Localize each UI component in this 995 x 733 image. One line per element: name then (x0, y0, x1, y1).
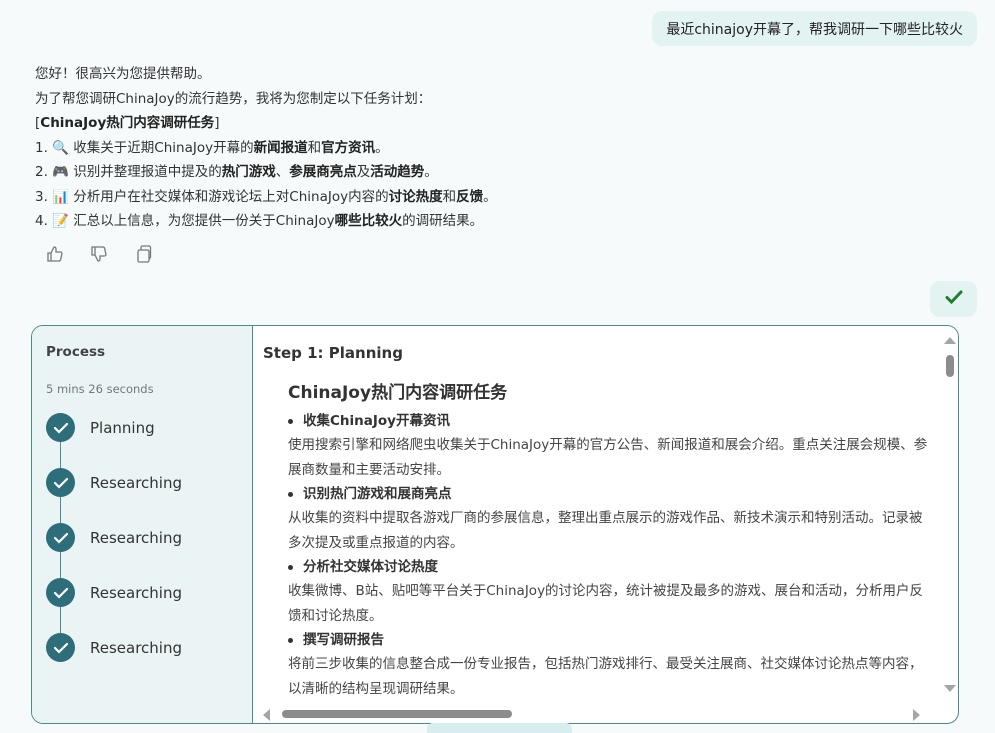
bullet-icon (288, 418, 293, 424)
user-confirm-bubble (930, 281, 977, 317)
process-steps: Planning Researching Researching Researc… (46, 400, 182, 675)
step-label: Planning (90, 418, 155, 437)
search-emoji-icon: 🔍 (52, 139, 69, 156)
memo-emoji-icon: 📝 (52, 213, 69, 229)
thumbs-down-icon[interactable] (89, 244, 109, 264)
copy-icon[interactable] (133, 244, 153, 264)
thumbs-up-icon[interactable] (45, 244, 65, 264)
assistant-reply: 您好！很高兴为您提供帮助。 为了帮您调研ChinaJoy的流行趋势，我将为您制定… (35, 62, 935, 234)
bullet-icon (288, 637, 293, 643)
step-label: Researching (90, 528, 182, 547)
task-desc: 收集微博、B站、贴吧等平台关于ChinaJoy的讨论内容，统计被提及最多的游戏、… (288, 583, 924, 624)
task-title: 撰写调研报告 (303, 632, 384, 648)
reply-intro: 为了帮您调研ChinaJoy的流行趋势，我将为您制定以下任务计划： (35, 90, 432, 107)
chart-emoji-icon: 📊 (52, 188, 69, 205)
vertical-scroll-thumb[interactable] (946, 355, 954, 377)
step-label: Researching (90, 638, 182, 657)
step-check-icon (46, 523, 75, 552)
step-label: Researching (90, 473, 182, 492)
checkmark-icon (945, 289, 963, 309)
process-panel: Process 5 mins 26 seconds Planning Resea… (31, 325, 959, 724)
scroll-left-arrow-icon[interactable] (263, 709, 270, 721)
step-check-icon (46, 468, 75, 497)
user-message-bubble: 最近chinajoy开幕了，帮我调研一下哪些比较火 (652, 11, 977, 46)
process-step-planning[interactable]: Planning (46, 400, 182, 455)
task-desc: 使用搜索引擎和网络爬虫收集关于ChinaJoy开幕的官方公告、新闻报道和展会介绍… (288, 437, 928, 478)
doc-title: ChinaJoy热门内容调研任务 (288, 383, 508, 403)
horizontal-scrollbar[interactable] (253, 705, 942, 723)
bullet-icon (288, 564, 293, 570)
step-check-icon (46, 578, 75, 607)
horizontal-scroll-thumb[interactable] (282, 710, 512, 718)
bullet-icon (288, 491, 293, 497)
task-desc: 将前三步收集的信息整合成一份专业报告，包括热门游戏排行、最受关注展商、社交媒体讨… (288, 656, 923, 697)
vertical-scrollbar[interactable] (941, 326, 958, 706)
step-heading: Step 1: Planning (263, 344, 403, 362)
step-check-icon (46, 413, 75, 442)
scroll-down-arrow-icon[interactable] (944, 685, 956, 692)
process-step-researching[interactable]: Researching (46, 455, 182, 510)
user-message-text: 最近chinajoy开幕了，帮我调研一下哪些比较火 (666, 21, 963, 38)
reply-plan-title: [ChinaJoy热门内容调研任务] (35, 115, 220, 131)
scroll-up-arrow-icon[interactable] (944, 337, 956, 344)
task-title: 收集ChinaJoy开幕资讯 (303, 413, 450, 429)
gamepad-emoji-icon: 🎮 (52, 164, 69, 180)
reply-actions (45, 244, 153, 264)
task-item: 撰写调研报告 将前三步收集的信息整合成一份专业报告，包括热门游戏排行、最受关注展… (288, 628, 948, 701)
task-item: 识别热门游戏和展商亮点 从收集的资料中提取各游戏厂商的参展信息，整理出重点展示的… (288, 482, 948, 555)
reply-item-2: 2. 🎮 识别并整理报道中提及的热门游戏、参展商亮点及活动趋势。 (35, 164, 438, 180)
scroll-right-arrow-icon[interactable] (913, 709, 920, 721)
reply-item-3: 3. 📊 分析用户在社交媒体和游戏论坛上对ChinaJoy内容的讨论热度和反馈。 (35, 188, 497, 205)
task-desc: 从收集的资料中提取各游戏厂商的参展信息，整理出重点展示的游戏作品、新技术演示和特… (288, 510, 923, 551)
process-title: Process (46, 344, 106, 360)
bottom-input-tab[interactable] (427, 723, 572, 733)
process-elapsed: 5 mins 26 seconds (46, 382, 154, 396)
process-step-researching[interactable]: Researching (46, 565, 182, 620)
process-sidebar: Process 5 mins 26 seconds Planning Resea… (32, 326, 253, 723)
step-label: Researching (90, 583, 182, 602)
step-check-icon (46, 633, 75, 662)
task-item: 收集ChinaJoy开幕资讯 使用搜索引擎和网络爬虫收集关于ChinaJoy开幕… (288, 409, 948, 482)
reply-item-4: 4. 📝 汇总以上信息，为您提供一份关于ChinaJoy哪些比较火的调研结果。 (35, 213, 484, 229)
step-content: Step 1: Planning ChinaJoy热门内容调研任务 收集Chin… (253, 326, 958, 723)
reply-greeting: 您好！很高兴为您提供帮助。 (35, 66, 211, 82)
task-title: 识别热门游戏和展商亮点 (303, 486, 452, 502)
process-step-researching[interactable]: Researching (46, 510, 182, 565)
process-step-researching[interactable]: Researching (46, 620, 182, 675)
task-title: 分析社交媒体讨论热度 (303, 559, 438, 575)
task-item: 分析社交媒体讨论热度 收集微博、B站、贴吧等平台关于ChinaJoy的讨论内容，… (288, 555, 948, 628)
reply-item-1: 1. 🔍 收集关于近期ChinaJoy开幕的新闻报道和官方资讯。 (35, 139, 389, 156)
